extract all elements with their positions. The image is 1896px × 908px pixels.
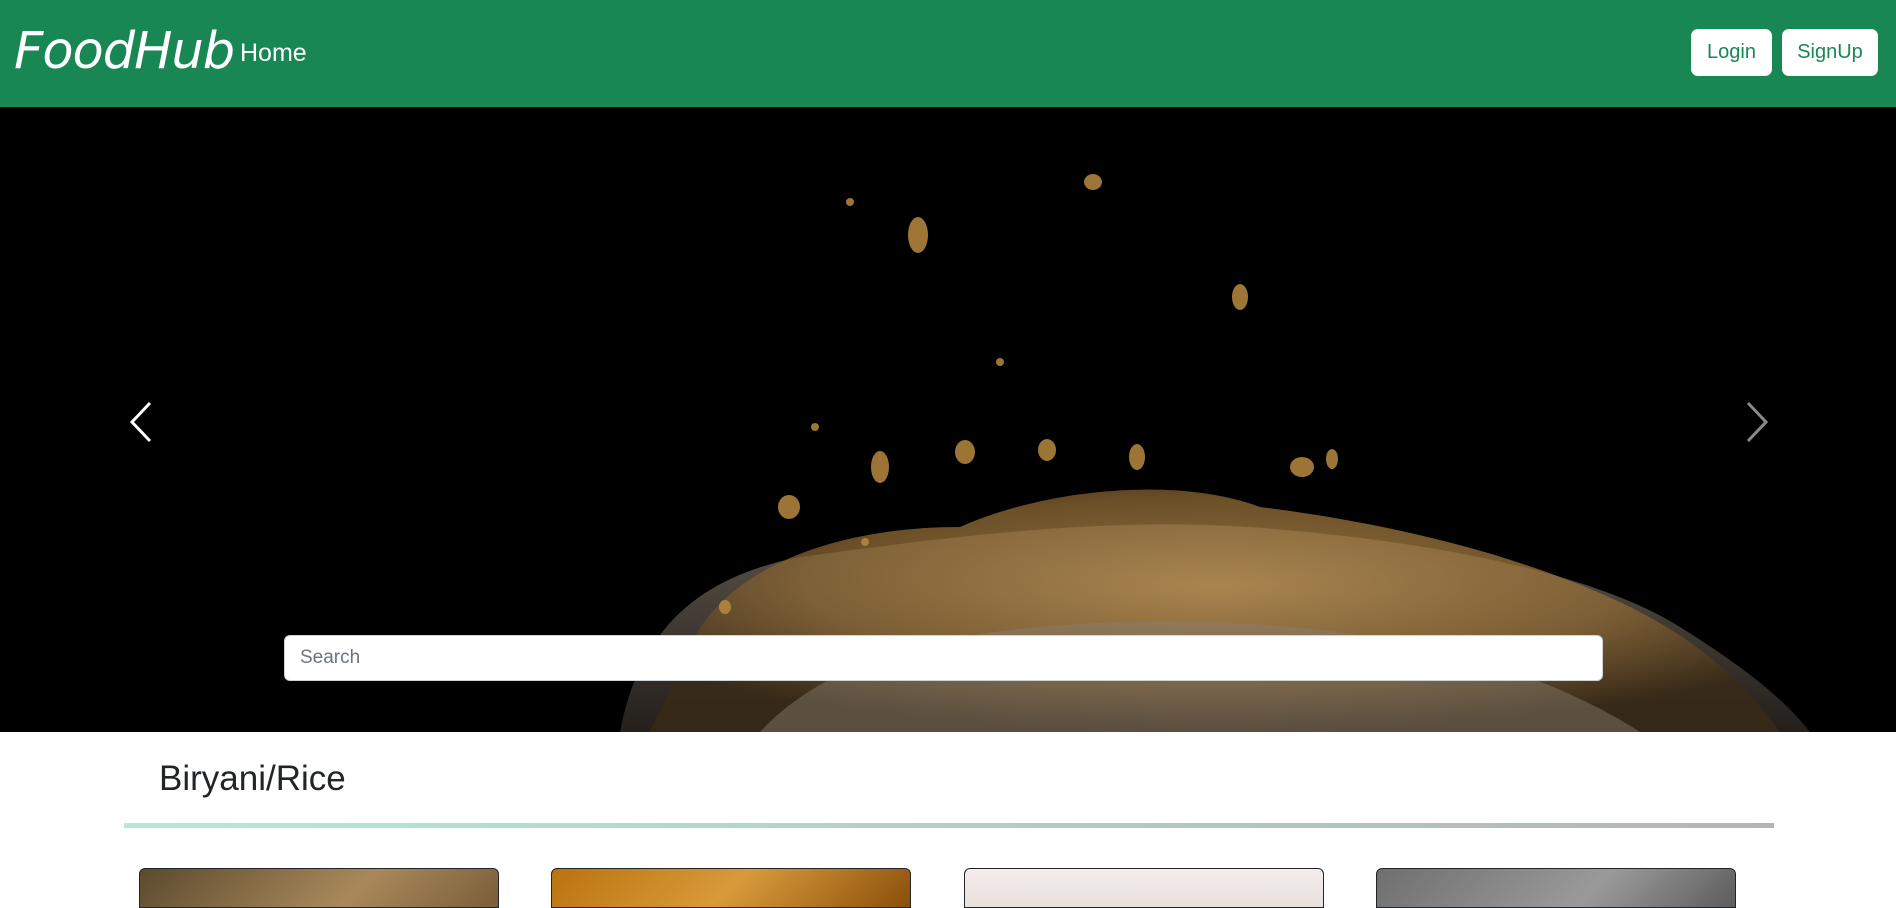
food-card[interactable] <box>964 868 1324 908</box>
signup-button[interactable]: SignUp <box>1782 29 1878 76</box>
search-bar <box>284 635 1603 681</box>
food-card[interactable] <box>1376 868 1736 908</box>
section-title: Biryani/Rice <box>159 759 346 798</box>
food-card[interactable] <box>551 868 911 908</box>
login-button[interactable]: Login <box>1691 29 1772 76</box>
brand-logo[interactable]: FoodHub <box>14 22 235 82</box>
nav-link-home[interactable]: Home <box>240 38 307 68</box>
search-input[interactable] <box>284 635 1603 681</box>
chevron-left-icon <box>129 401 152 443</box>
chevron-right-icon <box>1746 401 1769 443</box>
carousel-prev-button[interactable] <box>122 397 162 447</box>
carousel-next-button[interactable] <box>1736 397 1776 447</box>
navbar: FoodHub Home Login SignUp <box>0 0 1896 107</box>
section-divider <box>124 823 1774 828</box>
food-card[interactable] <box>139 868 499 908</box>
